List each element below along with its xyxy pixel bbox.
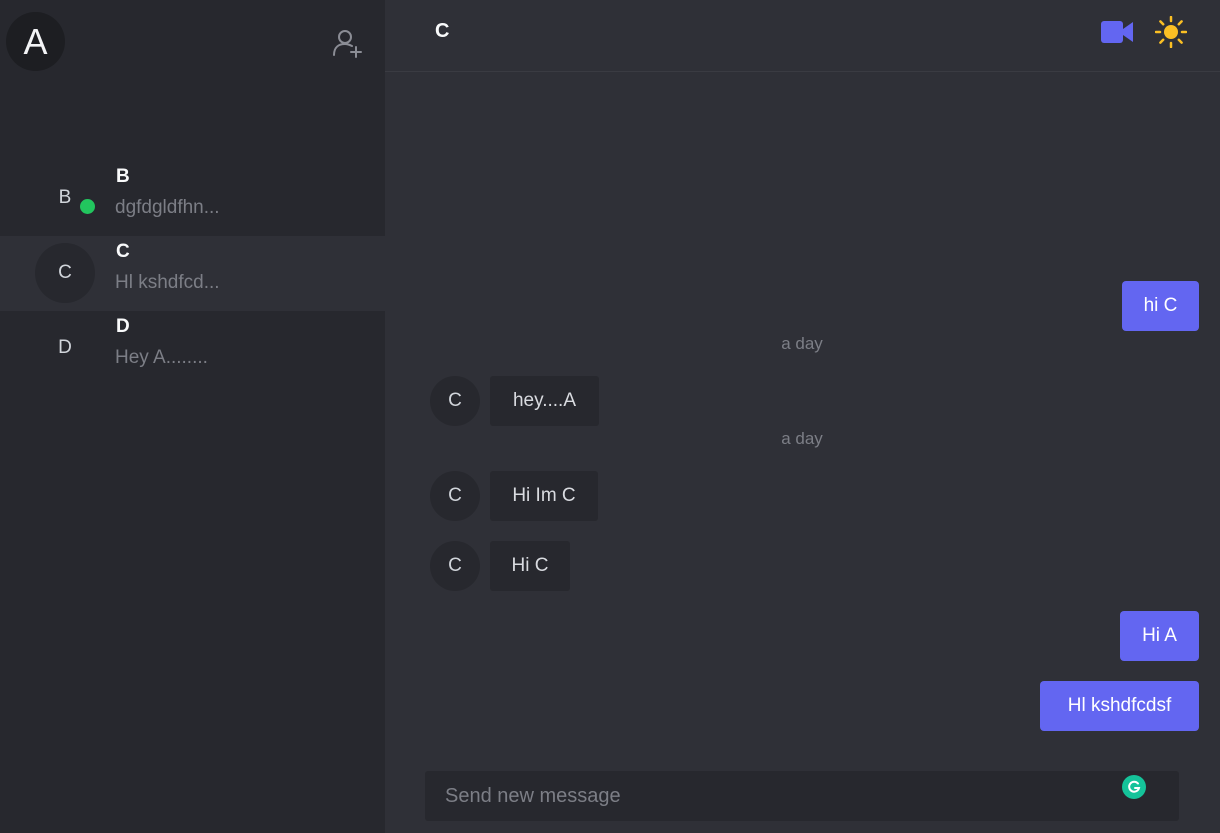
contact-preview: Hl kshdfcd... [115, 272, 220, 293]
sidebar: A B B dgfdgldfhn... C C Hl kshdfcd... D … [0, 0, 385, 833]
incoming-message: Hi C [490, 541, 570, 591]
contact-avatar: D [58, 337, 72, 358]
online-status-dot [80, 199, 95, 214]
sun-icon[interactable] [1154, 15, 1188, 49]
chat-header: C [385, 0, 1220, 72]
sender-avatar: C [430, 471, 480, 521]
contact-item-b[interactable]: B B dgfdgldfhn... [0, 161, 385, 236]
outgoing-message: hi C [1122, 281, 1199, 331]
contact-preview: Hey A........ [115, 347, 208, 368]
incoming-message: hey....A [490, 376, 599, 426]
contact-preview: dgfdgldfhn... [115, 197, 220, 218]
message-timestamp: a day [781, 334, 823, 353]
contact-item-d[interactable]: D D Hey A........ [0, 311, 385, 386]
sender-avatar: C [430, 541, 480, 591]
outgoing-message: Hl kshdfcdsf [1040, 681, 1199, 731]
chat-title: C [435, 20, 450, 42]
contact-avatar: B [58, 187, 72, 208]
incoming-message: Hi Im C [490, 471, 598, 521]
contact-avatar: C [35, 243, 95, 303]
grammarly-icon[interactable] [1122, 775, 1146, 799]
contact-name: D [116, 316, 130, 337]
outgoing-message: Hi A [1120, 611, 1199, 661]
message-timestamp: a day [781, 429, 823, 448]
sender-avatar: C [430, 376, 480, 426]
contact-item-c[interactable]: C C Hl kshdfcd... [0, 236, 385, 311]
add-user-icon[interactable] [330, 26, 364, 60]
video-camera-icon[interactable] [1101, 18, 1133, 46]
user-avatar[interactable]: A [6, 12, 65, 71]
message-composer [425, 771, 1179, 821]
contact-name: C [116, 241, 130, 262]
message-input[interactable] [445, 782, 1125, 810]
contact-name: B [116, 166, 130, 187]
